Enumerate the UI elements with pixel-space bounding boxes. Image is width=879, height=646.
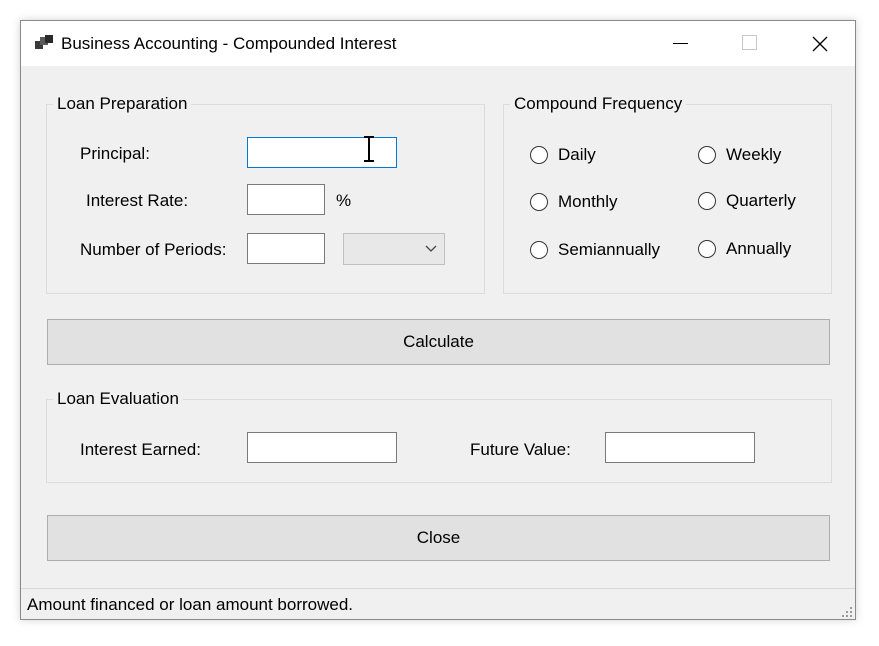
radio-label: Semiannually bbox=[558, 240, 661, 259]
radio-circle bbox=[698, 146, 716, 164]
status-text: Amount financed or loan amount borrowed. bbox=[27, 595, 354, 614]
radio-circle bbox=[530, 193, 548, 211]
loan-preparation-group: Loan Preparation Principal: Interest Rat… bbox=[46, 94, 485, 294]
minimize-button[interactable] bbox=[656, 21, 704, 66]
status-bar: Amount financed or loan amount borrowed. bbox=[21, 588, 855, 619]
maximize-icon bbox=[742, 35, 757, 50]
window-title: Business Accounting - Compounded Interes… bbox=[61, 34, 397, 53]
loan-evaluation-legend: Loan Evaluation bbox=[53, 389, 183, 409]
periods-input[interactable] bbox=[247, 233, 325, 264]
resize-grip-icon[interactable] bbox=[841, 606, 853, 618]
title-bar[interactable]: Business Accounting - Compounded Interes… bbox=[21, 21, 855, 66]
main-window: Business Accounting - Compounded Interes… bbox=[20, 20, 856, 620]
radio-circle bbox=[698, 240, 716, 258]
maximize-button[interactable] bbox=[724, 21, 772, 66]
chevron-down-icon bbox=[425, 245, 437, 252]
close-window-button[interactable] bbox=[795, 21, 843, 66]
radio-circle bbox=[530, 146, 548, 164]
radio-label: Daily bbox=[558, 145, 596, 164]
compound-frequency-legend: Compound Frequency bbox=[510, 94, 687, 114]
period-unit-combo[interactable] bbox=[343, 233, 445, 265]
radio-circle bbox=[698, 192, 716, 210]
radio-label: Weekly bbox=[726, 145, 782, 164]
interest-rate-input[interactable] bbox=[247, 184, 325, 215]
radio-label: Annually bbox=[726, 239, 792, 258]
periods-label: Number of Periods: bbox=[80, 240, 227, 259]
loan-evaluation-group: Loan Evaluation Interest Earned: Future … bbox=[46, 389, 832, 483]
principal-label: Principal: bbox=[80, 144, 150, 163]
calculate-button[interactable]: Calculate bbox=[47, 319, 830, 365]
interest-earned-label: Interest Earned: bbox=[80, 440, 201, 459]
app-window-icon bbox=[35, 35, 53, 51]
minimize-icon bbox=[673, 43, 688, 44]
radio-circle bbox=[530, 241, 548, 259]
future-value-label: Future Value: bbox=[470, 440, 571, 459]
interest-earned-field[interactable] bbox=[247, 432, 397, 463]
text-cursor-icon bbox=[364, 136, 374, 162]
close-icon bbox=[812, 36, 828, 52]
future-value-field[interactable] bbox=[605, 432, 755, 463]
loan-preparation-legend: Loan Preparation bbox=[53, 94, 192, 114]
close-button[interactable]: Close bbox=[47, 515, 830, 561]
radio-label: Quarterly bbox=[726, 191, 796, 210]
compound-frequency-group: Compound Frequency Daily Weekly Monthly … bbox=[503, 94, 832, 294]
interest-rate-label: Interest Rate: bbox=[86, 191, 189, 210]
percent-label: % bbox=[336, 191, 352, 210]
radio-label: Monthly bbox=[558, 192, 618, 211]
